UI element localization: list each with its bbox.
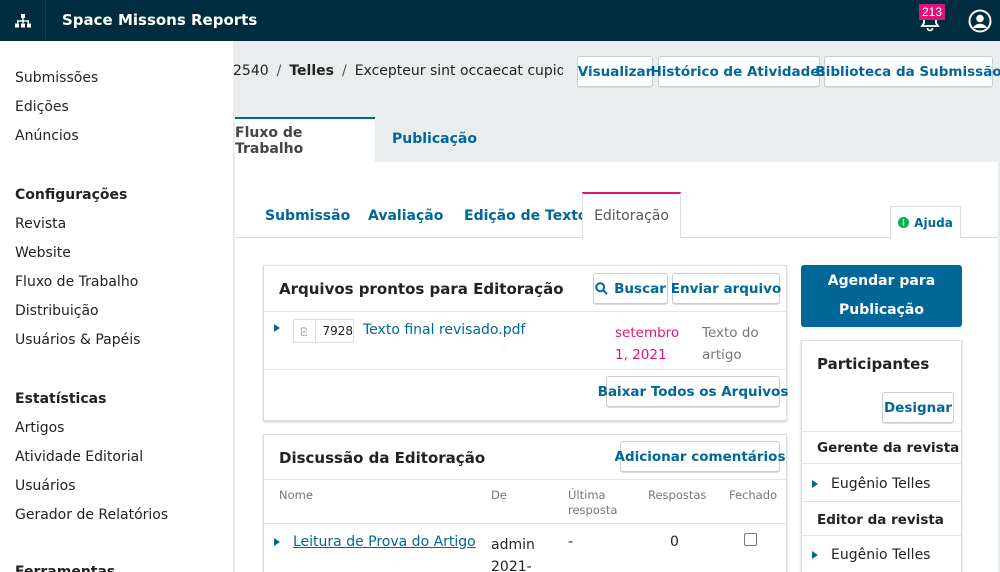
file-date: setembro 1, 2021 bbox=[615, 322, 679, 366]
column-header-from: De bbox=[491, 488, 507, 502]
production-discussion-panel: Discussão da Editoração Adicionar coment… bbox=[263, 434, 787, 572]
file-id: 7928 bbox=[315, 320, 353, 342]
tab-copyediting[interactable]: Edição de Texto bbox=[464, 208, 588, 224]
sidebar-item-editorial-activity[interactable]: Atividade Editorial bbox=[15, 449, 143, 465]
file-type: Texto do artigo bbox=[702, 322, 759, 366]
file-type-line2: artigo bbox=[702, 347, 742, 363]
divider bbox=[264, 479, 786, 480]
help-label: Ajuda bbox=[914, 215, 953, 230]
discussion-from-line2: 2021- bbox=[491, 559, 532, 572]
discussion-from-line1: admin bbox=[491, 537, 535, 553]
site-title[interactable]: Space Missons Reports bbox=[62, 11, 257, 29]
add-discussion-button[interactable]: Adicionar comentários bbox=[615, 441, 786, 472]
sidebar-item-articles[interactable]: Artigos bbox=[15, 420, 64, 436]
sitemap-icon bbox=[14, 13, 31, 27]
site-switcher-button[interactable] bbox=[0, 0, 46, 41]
expand-participant-icon[interactable] bbox=[812, 480, 818, 488]
expand-row-icon[interactable] bbox=[274, 538, 280, 546]
divider bbox=[802, 431, 961, 432]
submission-id: 2540 bbox=[233, 63, 269, 79]
info-icon bbox=[898, 217, 910, 228]
discussion-closed-checkbox[interactable] bbox=[744, 533, 757, 546]
breadcrumb-separator: / bbox=[276, 63, 282, 79]
sidebar-item-users-roles[interactable]: Usuários & Papéis bbox=[15, 332, 140, 348]
sidebar-item-users[interactable]: Usuários bbox=[15, 478, 76, 494]
sidebar-item-distribution[interactable]: Distribuição bbox=[15, 303, 99, 319]
column-header-name: Nome bbox=[279, 488, 313, 502]
upload-file-button[interactable]: Enviar arquivo bbox=[671, 273, 781, 304]
divider bbox=[264, 311, 786, 312]
participant-name[interactable]: Eugênio Telles bbox=[831, 547, 930, 563]
assign-participant-button[interactable]: Designar bbox=[882, 392, 954, 423]
user-circle-icon[interactable] bbox=[968, 9, 992, 33]
top-bar: Space Missons Reports 213 bbox=[0, 0, 1000, 41]
tab-submission[interactable]: Submissão bbox=[265, 208, 350, 224]
file-type-line1: Texto do bbox=[702, 325, 759, 341]
pdf-file-icon bbox=[301, 327, 308, 335]
discussion-panel-title: Discussão da Editoração bbox=[279, 449, 486, 467]
participant-name[interactable]: Eugênio Telles bbox=[831, 476, 930, 492]
sidebar-item-issues[interactable]: Edições bbox=[15, 99, 69, 115]
help-button[interactable]: Ajuda bbox=[890, 206, 961, 238]
discussion-title-link[interactable]: Leitura de Prova do Artigo bbox=[293, 534, 476, 550]
expand-participant-icon[interactable] bbox=[812, 551, 818, 559]
tab-publication[interactable]: Publicação bbox=[392, 131, 477, 147]
divider bbox=[802, 463, 961, 464]
workflow-panel: Submissão Avaliação Edição de Texto Edit… bbox=[235, 162, 998, 572]
role-journal-manager: Gerente da revista bbox=[817, 440, 960, 456]
breadcrumb-separator: / bbox=[341, 63, 347, 79]
submission-library-button[interactable]: Biblioteca da Submissão bbox=[815, 56, 1000, 87]
file-id-badge: 7928 bbox=[293, 319, 354, 343]
discussion-last-reply: - bbox=[568, 534, 574, 550]
divider bbox=[802, 535, 961, 536]
download-all-files-button[interactable]: Baixar Todos os Arquivos bbox=[598, 376, 788, 407]
schedule-publication-button[interactable]: Agendar para Publicação bbox=[801, 265, 962, 327]
files-panel-title: Arquivos prontos para Editoração bbox=[279, 280, 564, 298]
main-area: 2540 / Telles / Excepteur sint occaecat cupi… bbox=[233, 41, 1000, 572]
schedule-publication-line1: Agendar para bbox=[827, 273, 936, 289]
column-header-last-reply-line1: Última bbox=[568, 488, 606, 502]
divider bbox=[802, 501, 961, 502]
column-header-last-reply-line2: resposta bbox=[568, 503, 618, 517]
notification-count-badge: 213 bbox=[919, 4, 946, 20]
role-journal-editor: Editor da revista bbox=[817, 512, 944, 528]
search-files-label: Buscar bbox=[614, 280, 666, 297]
tab-workflow[interactable]: Fluxo de Trabalho bbox=[235, 117, 375, 163]
sidebar-heading-tools: Ferramentas bbox=[15, 564, 116, 572]
breadcrumb: 2540 / Telles / Excepteur sint occaecat cupi… bbox=[233, 63, 563, 79]
sidebar-item-report-generator[interactable]: Gerador de Relatórios bbox=[15, 507, 168, 523]
sidebar-item-submissions[interactable]: Submissões bbox=[15, 70, 98, 86]
submission-author: Telles bbox=[289, 63, 334, 79]
sidebar-item-website[interactable]: Website bbox=[15, 245, 71, 261]
file-date-line2: 1, 2021 bbox=[615, 347, 667, 363]
view-button[interactable]: Visualizar bbox=[577, 56, 653, 87]
schedule-publication-line2: Publicação bbox=[839, 302, 924, 318]
discussion-replies-count: 0 bbox=[670, 534, 679, 550]
sidebar-heading-statistics: Estatísticas bbox=[15, 391, 107, 407]
participants-title: Participantes bbox=[817, 355, 930, 373]
activity-history-button[interactable]: Histórico de Atividades bbox=[650, 56, 828, 87]
production-files-panel: Arquivos prontos para Editoração Buscar … bbox=[263, 265, 788, 421]
submission-title: Excepteur sint occaecat cupidatat non bbox=[354, 63, 563, 79]
divider bbox=[264, 369, 786, 370]
search-icon bbox=[595, 282, 608, 295]
divider bbox=[264, 523, 786, 524]
sidebar-heading-settings: Configurações bbox=[15, 187, 128, 203]
column-header-closed: Fechado bbox=[729, 488, 778, 502]
tab-production[interactable]: Editoração bbox=[582, 192, 681, 238]
sidebar-item-journal[interactable]: Revista bbox=[15, 216, 66, 232]
sidebar-item-workflow[interactable]: Fluxo de Trabalho bbox=[15, 274, 138, 290]
search-files-button[interactable]: Buscar bbox=[593, 273, 668, 304]
file-date-line1: setembro bbox=[615, 325, 680, 341]
participants-panel: Participantes Designar Gerente da revist… bbox=[801, 340, 962, 572]
file-name-link[interactable]: Texto final revisado.pdf bbox=[363, 322, 525, 338]
column-header-replies: Respostas bbox=[648, 488, 707, 502]
sidebar-item-announcements[interactable]: Anúncios bbox=[15, 128, 79, 144]
tab-review[interactable]: Avaliação bbox=[368, 208, 443, 224]
stage-tabs: Submissão Avaliação Edição de Texto Edit… bbox=[235, 192, 998, 238]
column-header-last-reply: Última resposta bbox=[568, 488, 617, 518]
sidebar: Submissões Edições Anúncios Configuraçõe… bbox=[0, 41, 233, 572]
expand-row-icon[interactable] bbox=[274, 324, 280, 332]
discussion-from: admin 2021- bbox=[491, 534, 535, 572]
